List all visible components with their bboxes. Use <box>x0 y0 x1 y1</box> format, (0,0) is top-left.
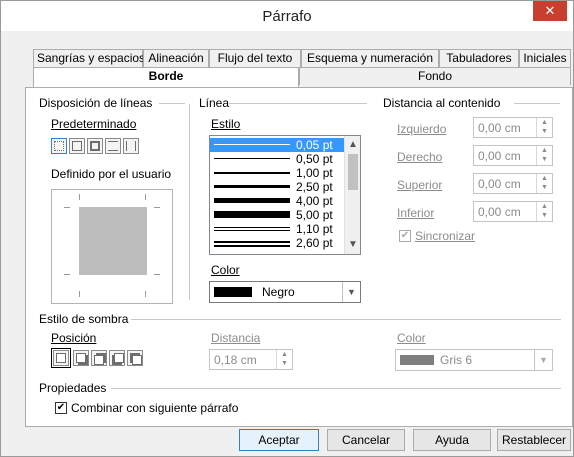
scroll-thumb[interactable] <box>348 154 358 190</box>
style-option[interactable]: 2,60 pt <box>210 236 344 250</box>
bottom-spin[interactable]: 0,00 cm ▲ ▼ <box>473 201 553 222</box>
right-spin[interactable]: 0,00 cm ▲ ▼ <box>473 145 553 166</box>
tab-indents-spacing[interactable]: Sangrías y espacios <box>33 49 145 67</box>
preview-tick <box>79 291 80 297</box>
left-spin[interactable]: 0,00 cm ▲ ▼ <box>473 117 553 138</box>
preset-none[interactable] <box>51 138 67 154</box>
title-bar: Párrafo ✕ <box>1 1 573 31</box>
style-list-scrollbar[interactable]: ▲ ▼ <box>344 136 360 254</box>
tab-background[interactable]: Fondo <box>299 67 571 85</box>
shadow-color-select[interactable]: Gris 6 ▼ <box>395 349 553 371</box>
style-option[interactable]: 4,00 pt <box>210 194 344 208</box>
shadow-none[interactable] <box>51 348 71 368</box>
top-label: Superior <box>397 178 443 192</box>
style-option[interactable]: 1,10 pt <box>210 222 344 236</box>
preview-square <box>79 207 147 275</box>
tab-outline-numbering[interactable]: Esquema y numeración <box>301 49 439 67</box>
scroll-up-icon[interactable]: ▲ <box>345 138 360 152</box>
divider <box>159 103 185 104</box>
sync-checkbox[interactable]: ✔ <box>399 230 411 242</box>
shadow-bottom-right[interactable] <box>73 350 89 366</box>
preset-top-bottom[interactable] <box>105 138 121 154</box>
shadow-top-right[interactable] <box>91 350 107 366</box>
cancel-button[interactable]: Cancelar <box>327 429 405 451</box>
ok-button[interactable]: Aceptar <box>239 429 319 451</box>
shadow-bottom-left[interactable] <box>109 350 125 366</box>
style-option[interactable]: 2,50 pt <box>210 180 344 194</box>
preview-tick <box>79 194 80 200</box>
divider <box>229 103 367 104</box>
preview-tick <box>145 291 146 297</box>
right-label: Derecho <box>397 150 443 164</box>
preset-label: Predeterminado <box>51 117 137 131</box>
spin-arrows-icon: ▲ ▼ <box>536 146 552 165</box>
style-label: Estilo <box>211 117 241 131</box>
line-color-value: Negro <box>262 285 295 299</box>
color-swatch <box>214 287 252 297</box>
sync-label: Sincronizar <box>415 229 476 243</box>
vertical-divider <box>189 104 190 300</box>
preset-box[interactable] <box>69 138 85 154</box>
dialog-title: Párrafo <box>262 8 312 25</box>
tab-text-flow[interactable]: Flujo del texto <box>209 49 301 67</box>
preset-left-right[interactable] <box>123 138 139 154</box>
user-defined-label: Definido por el usuario <box>51 167 172 181</box>
shadow-title: Estilo de sombra <box>39 312 129 326</box>
tab-tabs[interactable]: Tabuladores <box>439 49 519 67</box>
shadow-color-label: Color <box>397 331 426 345</box>
shadow-top-left[interactable] <box>127 350 143 366</box>
paragraph-dialog: Párrafo ✕ Sangrías y espacios Alineación… <box>0 0 574 457</box>
spin-arrows-icon: ▲ ▼ <box>276 350 292 369</box>
chevron-down-icon[interactable]: ▼ <box>342 282 360 302</box>
preview-tick <box>64 207 70 208</box>
distance-label: Distancia <box>211 331 261 345</box>
color-swatch <box>400 355 434 365</box>
preview-tick <box>145 194 146 200</box>
style-option[interactable]: 1,00 pt <box>210 166 344 180</box>
left-label: Izquierdo <box>397 122 447 136</box>
style-option[interactable]: 5,00 pt <box>210 208 344 222</box>
line-title: Línea <box>199 96 230 110</box>
tab-alignment[interactable]: Alineación <box>143 49 209 67</box>
spacing-title: Distancia al contenido <box>383 96 501 110</box>
reset-button[interactable]: Restablecer <box>497 429 571 451</box>
top-spin[interactable]: 0,00 cm ▲ ▼ <box>473 173 553 194</box>
chevron-down-icon[interactable]: ▼ <box>534 350 552 370</box>
spin-arrows-icon: ▲ ▼ <box>536 202 552 221</box>
divider <box>131 319 561 320</box>
merge-label: Combinar con siguiente párrafo <box>71 401 239 415</box>
line-style-list[interactable]: 0,05 pt 0,50 pt 1,00 pt 2,50 pt 4,00 pt … <box>209 135 361 255</box>
tab-drop-caps[interactable]: Iniciales <box>519 49 571 67</box>
spin-arrows-icon: ▲ ▼ <box>536 118 552 137</box>
preset-outer-inner[interactable] <box>87 138 103 154</box>
user-defined-border-preview[interactable] <box>51 189 173 304</box>
preview-tick <box>64 274 70 275</box>
preview-tick <box>154 207 160 208</box>
properties-title: Propiedades <box>39 381 107 395</box>
tab-borders[interactable]: Borde <box>33 67 299 87</box>
divider <box>514 103 560 104</box>
scroll-down-icon[interactable]: ▼ <box>345 238 360 252</box>
style-option[interactable]: 0,50 pt <box>210 152 344 166</box>
divider <box>111 388 561 389</box>
preview-tick <box>154 274 160 275</box>
line-arrangement-title: Disposición de líneas <box>39 96 153 110</box>
help-button[interactable]: Ayuda <box>413 429 491 451</box>
close-button[interactable]: ✕ <box>533 1 567 21</box>
line-color-select[interactable]: Negro ▼ <box>209 281 361 303</box>
spin-arrows-icon: ▲ ▼ <box>536 174 552 193</box>
distance-spin[interactable]: 0,18 cm ▲ ▼ <box>209 349 293 370</box>
merge-checkbox[interactable]: ✔ <box>55 402 67 414</box>
style-option[interactable]: 0,05 pt <box>210 138 344 152</box>
shadow-color-value: Gris 6 <box>440 353 473 367</box>
bottom-label: Inferior <box>397 206 435 220</box>
position-label: Posición <box>51 331 97 345</box>
color-label: Color <box>211 263 240 277</box>
